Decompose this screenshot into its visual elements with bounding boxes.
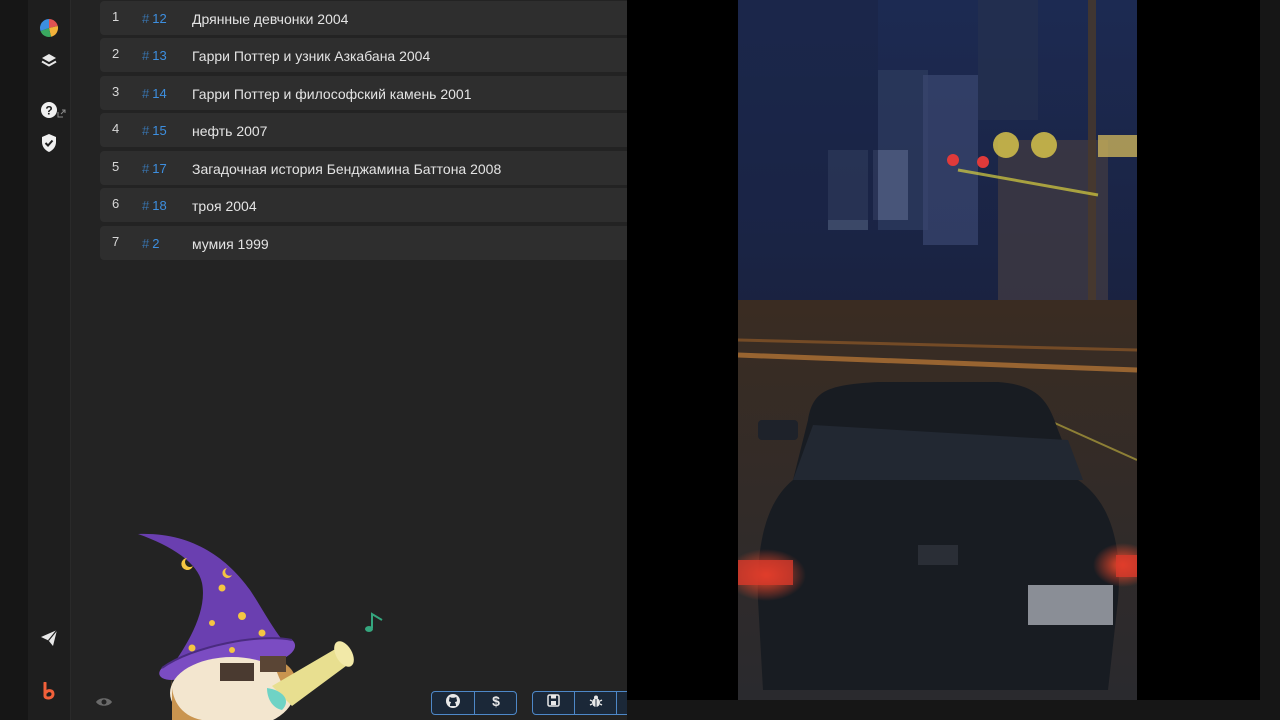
row-number: 4	[112, 121, 120, 136]
extra-button[interactable]	[616, 691, 627, 715]
github-icon	[445, 693, 461, 714]
hash-symbol: #	[142, 86, 150, 101]
row-id-link[interactable]: #14	[142, 86, 167, 101]
save-icon	[547, 694, 560, 712]
row-title: троя 2004	[192, 198, 257, 214]
row-number: 7	[112, 234, 120, 249]
list-item[interactable]: 5 #17 Загадочная история Бенджамина Батт…	[100, 151, 627, 185]
row-id: 14	[152, 86, 167, 101]
bottom-toolbar: $	[71, 688, 627, 720]
row-title: Гарри Поттер и узник Азкабана 2004	[192, 48, 431, 64]
row-title: Гарри Поттер и философский камень 2001	[192, 86, 472, 102]
list-item[interactable]: 1 #12 Дрянные девчонки 2004	[100, 1, 627, 35]
icon-rail: ?	[28, 0, 71, 720]
hash-symbol: #	[142, 123, 150, 138]
row-id-link[interactable]: #13	[142, 48, 167, 63]
video-player[interactable]	[738, 0, 1137, 700]
row-title: мумия 1999	[192, 236, 269, 252]
hash-symbol: #	[142, 48, 150, 63]
hash-symbol: #	[142, 161, 150, 176]
main-panel: 1 #12 Дрянные девчонки 2004 2 #13 Гарри …	[71, 0, 627, 720]
hash-symbol: #	[142, 198, 150, 213]
external-link-icon	[56, 108, 66, 118]
eye-icon[interactable]	[95, 695, 113, 714]
row-title: Дрянные девчонки 2004	[192, 11, 349, 27]
list-item[interactable]: 3 #14 Гарри Поттер и философский камень …	[100, 76, 627, 110]
row-id: 12	[152, 11, 167, 26]
svg-text:?: ?	[45, 104, 52, 118]
row-number: 2	[112, 46, 120, 61]
row-number: 1	[112, 9, 120, 24]
row-id: 13	[152, 48, 167, 63]
list-item[interactable]: 6 #18 троя 2004	[100, 188, 627, 222]
bug-icon	[589, 694, 603, 713]
dollar-icon: $	[490, 693, 502, 714]
hash-symbol: #	[142, 11, 150, 26]
video-frame	[738, 0, 1137, 700]
row-number: 5	[112, 159, 120, 174]
brand-b-icon[interactable]	[38, 680, 60, 702]
bug-report-button[interactable]	[574, 691, 617, 715]
row-id-link[interactable]: #17	[142, 161, 167, 176]
list-item[interactable]: 7 #2 мумия 1999	[100, 226, 627, 260]
row-id: 18	[152, 198, 167, 213]
row-id-link[interactable]: #15	[142, 123, 167, 138]
row-id: 17	[152, 161, 167, 176]
row-title: Загадочная история Бенджамина Баттона 20…	[192, 161, 502, 177]
pie-chart-icon[interactable]	[38, 17, 60, 39]
row-number: 6	[112, 196, 120, 211]
list-item[interactable]: 4 #15 нефть 2007	[100, 113, 627, 147]
save-button[interactable]	[532, 691, 575, 715]
layers-icon[interactable]	[38, 50, 60, 72]
row-title: нефть 2007	[192, 123, 268, 139]
row-number: 3	[112, 84, 120, 99]
github-button[interactable]	[431, 691, 475, 715]
right-edge	[1260, 0, 1280, 720]
left-gutter	[0, 0, 28, 720]
row-id: 15	[152, 123, 167, 138]
row-id-link[interactable]: #18	[142, 198, 167, 213]
row-id: 2	[152, 236, 160, 251]
list-item[interactable]: 2 #13 Гарри Поттер и узник Азкабана 2004	[100, 38, 627, 72]
row-id-link[interactable]: #2	[142, 236, 159, 251]
send-icon[interactable]	[38, 627, 60, 649]
row-id-link[interactable]: #12	[142, 11, 167, 26]
hash-symbol: #	[142, 236, 150, 251]
shield-check-icon[interactable]	[38, 132, 60, 154]
bottom-strip	[627, 700, 1280, 720]
svg-text:$: $	[492, 693, 500, 709]
donate-button[interactable]: $	[474, 691, 517, 715]
